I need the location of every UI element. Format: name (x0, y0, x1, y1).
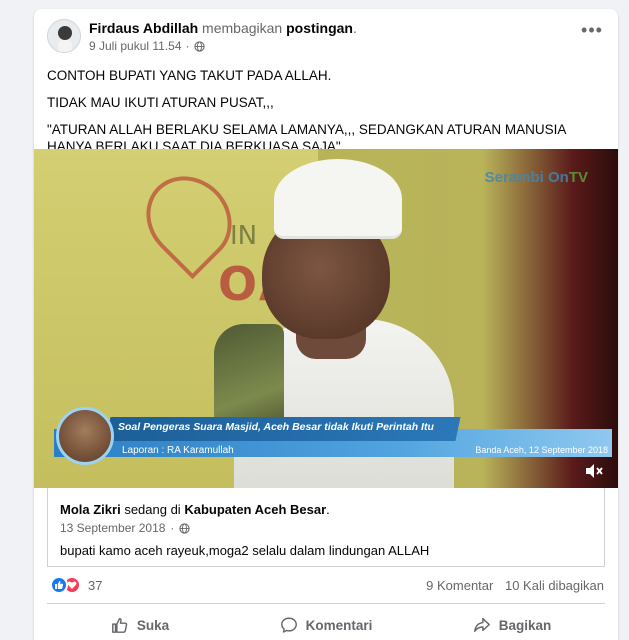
comment-bubble-icon (280, 617, 297, 633)
comment-button[interactable]: Komentari (233, 607, 419, 640)
meta-separator: · (185, 39, 190, 53)
reaction-count[interactable]: 37 (88, 578, 102, 593)
speaker-muted-icon[interactable] (584, 463, 604, 479)
shared-author-line: Mola Zikri sedang di Kabupaten Aceh Besa… (60, 502, 330, 517)
shared-place-link[interactable]: Kabupaten Aceh Besar (184, 502, 326, 517)
post-period: . (352, 20, 357, 36)
post-text-line-1: CONTOH BUPATI YANG TAKUT PADA ALLAH. (47, 68, 332, 83)
post-card: Firdaus Abdillah membagikan postingan. 9… (34, 9, 618, 640)
news-reporter: Laporan : RA Karamullah (122, 445, 234, 456)
author-avatar[interactable] (47, 19, 81, 53)
like-label: Suka (136, 617, 170, 633)
post-meta: 9 Juli pukul 11.54 · (89, 39, 205, 53)
backdrop-word-1: IN (230, 221, 258, 251)
channel-name: Serambi On (484, 169, 569, 186)
thumbs-up-icon (111, 617, 128, 633)
video-player[interactable]: IN OAQU Serambi OnTV Soal Pengeras Suara… (34, 149, 618, 488)
shared-author-name[interactable]: Mola Zikri (60, 502, 121, 517)
actions-divider (47, 603, 605, 604)
post-object-link[interactable]: postingan (286, 20, 353, 36)
avatar-image (48, 20, 80, 52)
news-location-date: Banda Aceh, 12 September 2018 (475, 445, 608, 455)
post-verb: membagikan (202, 20, 283, 36)
globe-icon (179, 522, 191, 534)
news-headline: Soal Pengeras Suara Masjid, Aceh Besar t… (118, 421, 434, 433)
shared-meta: 13 September 2018 · (60, 521, 191, 535)
share-count[interactable]: 10 Kali dibagikan (505, 578, 604, 593)
shared-post[interactable]: Mola Zikri sedang di Kabupaten Aceh Besa… (47, 488, 605, 567)
shared-period: . (326, 502, 330, 517)
share-arrow-icon (473, 617, 490, 633)
channel-suffix: TV (568, 169, 588, 186)
share-label: Bagikan (498, 617, 552, 633)
share-button[interactable]: Bagikan (419, 607, 605, 640)
like-icon (50, 576, 68, 594)
reporter-portrait (56, 407, 114, 465)
shared-verb: sedang di (124, 502, 181, 517)
speaker-cap (274, 159, 402, 239)
comment-label: Komentari (305, 617, 373, 633)
channel-watermark: Serambi OnTV (485, 169, 588, 186)
news-lower-third: Soal Pengeras Suara Masjid, Aceh Besar t… (34, 407, 618, 473)
comment-count[interactable]: 9 Komentar (426, 578, 493, 593)
post-text-line-2: TIDAK MAU IKUTI ATURAN PUSAT,,, (47, 95, 274, 110)
post-author-line: Firdaus Abdillah membagikan postingan. (89, 20, 357, 36)
like-button[interactable]: Suka (47, 607, 233, 640)
globe-icon (193, 40, 205, 52)
shared-meta-separator: · (170, 521, 175, 535)
post-timestamp[interactable]: 9 Juli pukul 11.54 (89, 39, 182, 53)
reaction-icons[interactable] (50, 576, 81, 594)
post-header: Firdaus Abdillah membagikan postingan. 9… (34, 9, 618, 59)
shared-text: bupati kamo aceh rayeuk,moga2 selalu dal… (60, 543, 430, 558)
engagement-stats: 37 9 Komentar 10 Kali dibagikan (34, 575, 618, 597)
shared-timestamp[interactable]: 13 September 2018 (60, 521, 165, 535)
comment-share-counts: 9 Komentar 10 Kali dibagikan (426, 578, 604, 593)
post-actions: Suka Komentari Bagikan (47, 607, 605, 640)
ellipsis-icon[interactable]: ••• (580, 21, 604, 41)
post-author-name[interactable]: Firdaus Abdillah (89, 20, 198, 36)
